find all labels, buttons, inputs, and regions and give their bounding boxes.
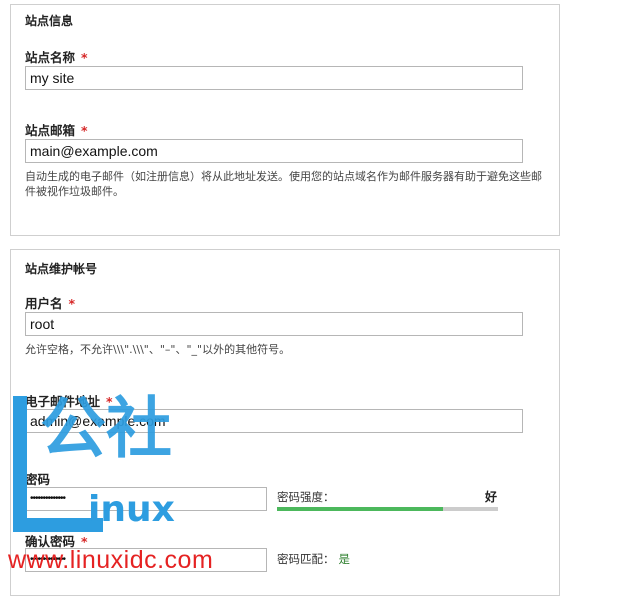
password-strength-bar	[277, 507, 498, 511]
site-name-label-text: 站点名称	[25, 50, 76, 65]
confirm-password-label-text: 确认密码	[25, 534, 76, 549]
site-email-label-text: 站点邮箱	[25, 123, 76, 138]
username-label: 用户名 *	[25, 293, 75, 312]
required-marker: *	[68, 296, 76, 311]
password-match-label-text: 密码匹配：	[277, 552, 335, 566]
username-input[interactable]: root	[25, 312, 523, 336]
account-fieldset: 站点维护帐号 用户名 * root 允许空格，不允许\\\".\\\"、"–"、"…	[10, 249, 560, 596]
required-marker: *	[81, 50, 88, 65]
required-marker: *	[106, 394, 113, 409]
site-email-description: 自动生成的电子邮件（如注册信息）将从此地址发送。使用您的站点域名作为邮件服务器有…	[25, 170, 542, 198]
account-legend: 站点维护帐号	[25, 262, 98, 276]
site-info-fieldset: 站点信息 站点名称 * my site 站点邮箱 * main@example.co…	[10, 4, 560, 236]
site-email-input[interactable]: main@example.com	[25, 139, 523, 163]
password-input[interactable]: ••••••••••••••	[25, 487, 267, 511]
password-strength-fill	[277, 507, 443, 511]
username-description: 允许空格，不允许\\\".\\\"、"–"、"_"以外的其他符号。	[25, 343, 291, 356]
account-email-label-text: 电子邮件地址	[25, 394, 101, 409]
required-marker: *	[81, 123, 88, 138]
site-info-legend: 站点信息	[25, 14, 74, 28]
password-label: 密码	[25, 472, 51, 487]
password-strength-label: 密码强度：	[277, 490, 335, 504]
site-name-input[interactable]: my site	[25, 66, 523, 90]
account-email-label: 电子邮件地址 *	[25, 391, 113, 410]
password-strength-value: 好	[485, 490, 498, 504]
site-email-label: 站点邮箱 *	[25, 120, 88, 139]
confirm-password-input[interactable]: ••••••••••••••	[25, 548, 267, 572]
password-match-label: 密码匹配：是	[277, 551, 350, 567]
site-name-label: 站点名称 *	[25, 47, 88, 66]
password-match-value: 是	[338, 552, 351, 566]
account-email-input[interactable]: admin@example.com	[25, 409, 523, 433]
username-label-text: 用户名	[25, 296, 63, 311]
required-marker: *	[81, 534, 88, 549]
